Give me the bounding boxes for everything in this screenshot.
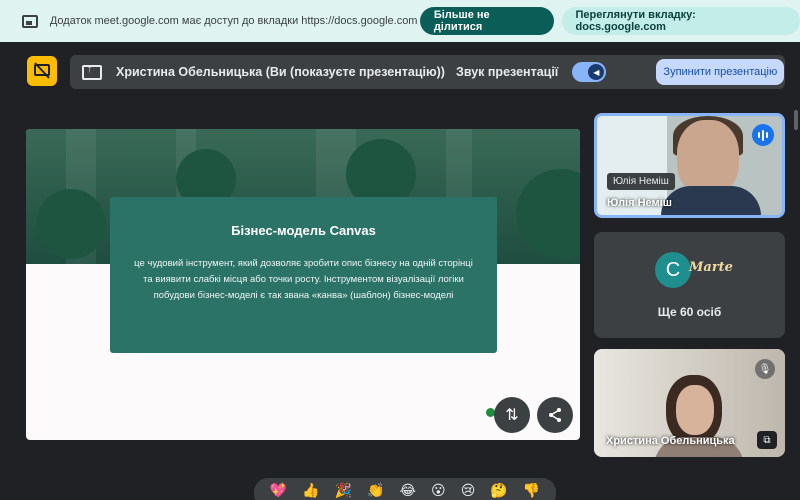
swap-layout-button[interactable]: ⇅ xyxy=(494,397,530,433)
presenter-label: Христина Обельницька (Ви (показуєте през… xyxy=(116,65,445,79)
reaction-thumbs-down-icon[interactable]: 👎 xyxy=(523,482,540,498)
presentation-audio-label: Звук презентації xyxy=(456,65,559,79)
participant-tile[interactable]: Юлія Неміш Юлія Неміш xyxy=(594,113,785,218)
swap-arrows-icon: ⇅ xyxy=(505,407,519,424)
self-video xyxy=(676,385,714,435)
tab-share-icon xyxy=(22,14,38,28)
self-view-tile[interactable]: 🎙 Христина Обельницька ⧉ xyxy=(594,349,785,457)
screen-off-icon xyxy=(34,62,50,79)
slide-title: Бізнес-модель Canvas xyxy=(231,223,376,238)
picture-in-picture-icon[interactable]: ⧉ xyxy=(757,431,777,449)
sharing-message: Додаток meet.google.com має доступ до вк… xyxy=(49,15,418,27)
presentation-logo[interactable] xyxy=(27,56,57,86)
participant-name-tooltip: Юлія Неміш xyxy=(607,173,675,190)
speaking-indicator-icon xyxy=(752,124,774,146)
reaction-heart-icon[interactable]: 💖 xyxy=(270,482,287,498)
mic-off-icon: 🎙 xyxy=(755,359,775,379)
reaction-sad-icon[interactable]: 😢 xyxy=(461,482,476,498)
self-name: Христина Обельницька xyxy=(606,435,735,447)
reactions-bar: 💖 👍 🎉 👏 😂 😮 😢 🤔 👎 xyxy=(254,478,556,500)
reaction-thumbs-up-icon[interactable]: 👍 xyxy=(302,482,319,498)
avatar: C xyxy=(655,252,691,288)
more-participants-count: Ще 60 осіб xyxy=(657,305,722,319)
reaction-party-icon[interactable]: 🎉 xyxy=(335,482,352,498)
more-participants-tile[interactable]: C Marte Ще 60 осіб xyxy=(594,232,785,338)
stop-presenting-button[interactable]: Зупинити презентацію xyxy=(656,59,785,85)
avatar-label: Marte xyxy=(689,260,733,275)
volume-icon: ◀ xyxy=(588,64,605,80)
share-button[interactable] xyxy=(537,397,573,433)
presented-slide: Бізнес-модель Canvas це чудовий інструме… xyxy=(26,129,580,440)
share-icon xyxy=(549,408,561,422)
reaction-clap-icon[interactable]: 👏 xyxy=(367,482,384,498)
tab-sharing-banner: Додаток meet.google.com має доступ до вк… xyxy=(0,0,800,42)
participant-video xyxy=(677,120,739,194)
slide-body-text: це чудовий інструмент, який дозволяє зро… xyxy=(134,258,473,301)
reaction-thinking-icon[interactable]: 🤔 xyxy=(490,482,507,498)
reaction-surprised-icon[interactable]: 😮 xyxy=(431,482,446,498)
presentation-audio-toggle[interactable]: ◀ xyxy=(572,62,607,82)
slide-content-card: Бізнес-модель Canvas це чудовий інструме… xyxy=(110,197,497,353)
participant-name: Юлія Неміш xyxy=(607,197,672,209)
view-tab-button[interactable]: Переглянути вкладку: docs.google.com xyxy=(561,7,800,35)
stop-sharing-button[interactable]: Більше не ділитися xyxy=(419,7,554,35)
presenting-bar: Христина Обельницька (Ви (показуєте през… xyxy=(70,55,785,89)
present-screen-icon xyxy=(82,63,102,80)
scrollbar[interactable] xyxy=(794,110,798,130)
reaction-laugh-icon[interactable]: 😂 xyxy=(400,482,416,498)
